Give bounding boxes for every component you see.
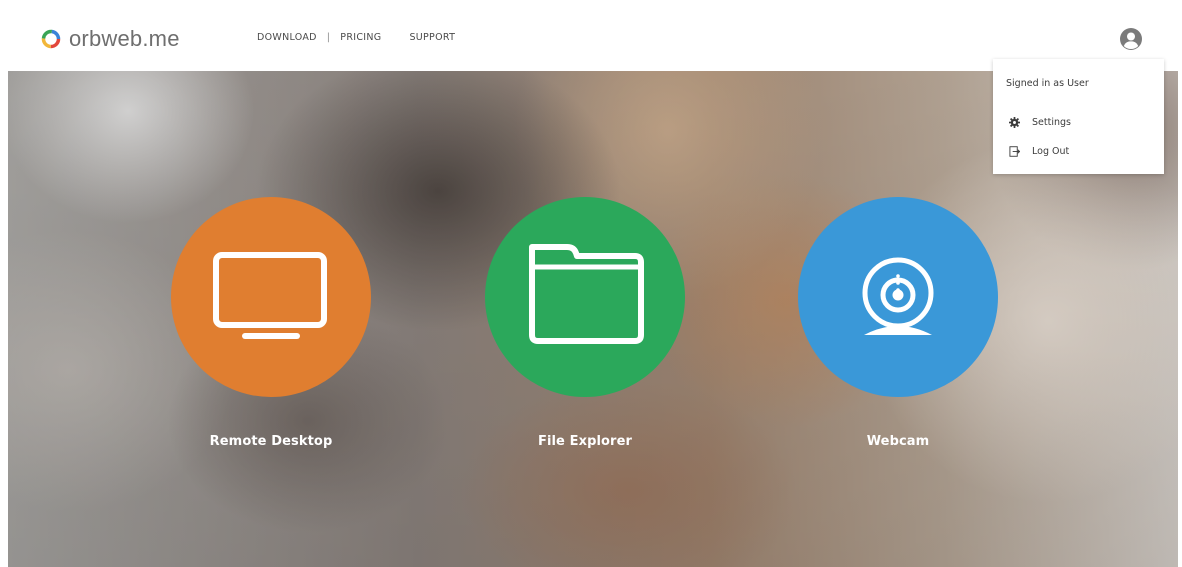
file-explorer-label: File Explorer (537, 434, 633, 449)
monitor-icon (213, 252, 327, 339)
app-window: orbweb.me DOWNLOAD | PRICING SUPPORT Sig… (0, 0, 1182, 567)
nav-pricing-link[interactable]: PRICING (340, 32, 381, 43)
signed-in-text: Signed in as User (1006, 78, 1089, 89)
remote-desktop-circle (171, 197, 371, 397)
logout-icon (1009, 146, 1020, 157)
user-menu-button[interactable] (1119, 27, 1143, 51)
remote-desktop-tile[interactable]: Remote Desktop (171, 197, 371, 517)
main-nav: DOWNLOAD | PRICING SUPPORT (257, 32, 455, 43)
menu-item-logout-label: Log Out (1032, 146, 1070, 157)
nav-separator: | (326, 32, 331, 43)
user-circle-icon (1120, 28, 1142, 50)
nav-download-link[interactable]: DOWNLOAD (257, 32, 317, 43)
webcam-circle (798, 197, 998, 397)
gear-icon (1009, 117, 1020, 128)
brand-name: orbweb.me (69, 26, 180, 51)
remote-desktop-label: Remote Desktop (209, 434, 333, 449)
user-dropdown-menu: Signed in as User Settings Log Out (993, 59, 1164, 174)
nav-support-link[interactable]: SUPPORT (409, 32, 455, 43)
menu-item-settings[interactable]: Settings (1009, 117, 1071, 128)
file-explorer-tile[interactable]: File Explorer (485, 197, 685, 517)
webcam-icon (862, 257, 934, 335)
folder-icon (529, 244, 644, 344)
menu-item-settings-label: Settings (1032, 117, 1071, 128)
menu-item-logout[interactable]: Log Out (1009, 146, 1069, 157)
webcam-tile[interactable]: Webcam (798, 197, 998, 517)
orbweb-logo-icon (41, 29, 61, 49)
file-explorer-circle (485, 197, 685, 397)
webcam-label: Webcam (866, 434, 930, 449)
brand-link[interactable]: orbweb.me (41, 24, 180, 54)
